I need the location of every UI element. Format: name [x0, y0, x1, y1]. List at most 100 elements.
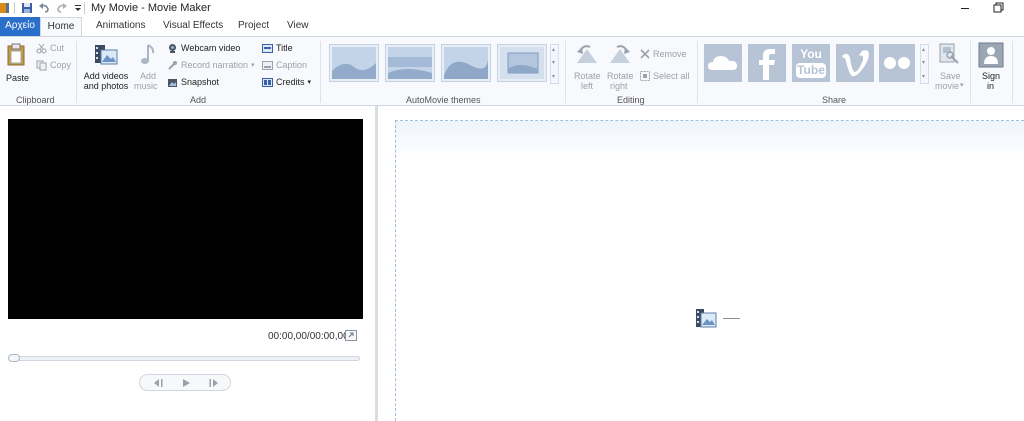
- vimeo-share-button[interactable]: [836, 44, 874, 82]
- group-separator: [1012, 41, 1013, 103]
- tab-home[interactable]: Home: [40, 17, 82, 37]
- paste-icon: [7, 43, 25, 66]
- share-scroll[interactable]: ▴ ▾ ▾: [920, 44, 929, 84]
- theme-thumbnail[interactable]: [497, 44, 547, 82]
- clipboard-group-label: Clipboard: [16, 95, 55, 105]
- select-all-label: Select all: [653, 71, 690, 81]
- cut-button[interactable]: Cut: [36, 41, 64, 55]
- onedrive-icon: [708, 56, 737, 70]
- scroll-down-icon[interactable]: ▾: [922, 59, 925, 66]
- copy-button[interactable]: Copy: [36, 58, 71, 72]
- caption-icon: [262, 60, 273, 70]
- scroll-down-icon[interactable]: ▾: [552, 59, 555, 66]
- rotate-right-icon: [610, 45, 630, 63]
- sign-in-label-line1: Sign: [982, 71, 1001, 81]
- seek-bar[interactable]: [8, 356, 360, 361]
- previous-frame-icon: [154, 379, 163, 387]
- minimize-icon[interactable]: [955, 0, 975, 16]
- undo-icon[interactable]: [38, 2, 50, 14]
- rotate-right-button[interactable]: Rotate right: [605, 41, 635, 91]
- tab-animations[interactable]: Animations: [96, 17, 145, 36]
- pane-splitter[interactable]: [375, 106, 378, 421]
- rotate-left-label-line1: Rotate: [574, 71, 601, 81]
- theme-thumbnail[interactable]: [385, 44, 435, 82]
- add-music-label-line2: music: [134, 81, 158, 91]
- time-readout: 00:00,00/00:00,00: [268, 331, 349, 342]
- themes-scroll[interactable]: ▴ ▾ ▾: [550, 44, 559, 84]
- tab-file[interactable]: Αρχείο: [0, 17, 40, 36]
- rotate-right-label-line2: right: [610, 81, 628, 91]
- user-account-icon: [978, 42, 1004, 68]
- webcam-video-button[interactable]: Webcam video: [167, 41, 240, 55]
- playback-controls: [139, 374, 231, 391]
- scroll-up-icon[interactable]: ▴: [922, 46, 925, 53]
- microphone-icon: [168, 60, 177, 70]
- record-narration-dropdown-icon: ▾: [251, 62, 255, 69]
- remove-x-icon: [640, 49, 650, 59]
- facebook-share-button[interactable]: [748, 44, 786, 82]
- fullscreen-preview-icon[interactable]: [345, 330, 357, 341]
- theme-contemporary-icon: [388, 47, 432, 79]
- redo-icon[interactable]: [56, 2, 68, 14]
- snapshot-button[interactable]: Snapshot: [167, 75, 219, 89]
- rotate-left-button[interactable]: Rotate left: [572, 41, 602, 91]
- select-all-button[interactable]: Select all: [640, 69, 690, 83]
- add-group-label: Add: [190, 95, 207, 105]
- theme-default-icon: [332, 47, 376, 79]
- tab-project[interactable]: Project: [238, 17, 269, 36]
- seek-thumb[interactable]: [8, 354, 20, 362]
- select-all-icon: [640, 71, 650, 81]
- copy-label: Copy: [50, 60, 72, 70]
- youtube-share-button[interactable]: You Tube: [792, 44, 830, 82]
- rotate-left-label-line2: left: [581, 81, 594, 91]
- facebook-icon: [759, 49, 775, 80]
- tab-view[interactable]: View: [287, 17, 309, 36]
- theme-cinematic-icon: [444, 47, 488, 79]
- film-photo-icon: [95, 45, 118, 65]
- music-note-icon: [141, 44, 155, 64]
- save-movie-label-line1: Save: [940, 71, 961, 81]
- caption-label: Caption: [276, 60, 308, 70]
- group-separator: [565, 41, 566, 103]
- scroll-up-icon[interactable]: ▴: [552, 46, 555, 53]
- sign-in-button[interactable]: Sign in: [976, 41, 1006, 91]
- cut-label: Cut: [50, 43, 65, 53]
- restore-icon[interactable]: [988, 0, 1008, 16]
- save-icon[interactable]: [21, 2, 33, 14]
- video-preview[interactable]: [8, 119, 363, 319]
- more-themes-icon[interactable]: ▾: [552, 73, 555, 80]
- more-share-icon[interactable]: ▾: [922, 73, 925, 80]
- storyboard-area[interactable]: [395, 120, 1024, 421]
- onedrive-share-button[interactable]: [704, 44, 742, 82]
- save-movie-dropdown-icon: ▾: [960, 82, 964, 89]
- flickr-share-button[interactable]: [879, 44, 915, 82]
- previous-frame-button[interactable]: [146, 377, 170, 389]
- next-frame-button[interactable]: [202, 377, 226, 389]
- customize-quick-access-icon[interactable]: [72, 2, 84, 14]
- credits-button[interactable]: Credits ▾: [262, 75, 311, 89]
- sign-in-label-line2: in: [987, 81, 995, 91]
- tab-visual-effects[interactable]: Visual Effects: [163, 17, 223, 36]
- snapshot-label: Snapshot: [181, 77, 220, 87]
- group-separator: [320, 41, 321, 103]
- save-movie-button[interactable]: Save movie ▾: [933, 41, 965, 91]
- theme-thumbnail[interactable]: [329, 44, 379, 82]
- group-separator: [697, 41, 698, 103]
- remove-label: Remove: [653, 49, 687, 59]
- copy-icon: [36, 60, 47, 70]
- youtube-label-line1: You: [800, 47, 822, 61]
- title-button[interactable]: Title: [262, 41, 293, 55]
- add-music-button[interactable]: Add music: [134, 41, 160, 91]
- add-videos-button[interactable]: Add videos and photos: [81, 41, 131, 91]
- save-movie-icon: [939, 43, 959, 64]
- caption-button[interactable]: Caption: [262, 58, 307, 72]
- theme-thumbnail[interactable]: [441, 44, 491, 82]
- paste-label: Paste: [6, 73, 30, 83]
- remove-button[interactable]: Remove: [640, 47, 687, 61]
- add-videos-label-line1: Add videos: [83, 71, 129, 81]
- title-icon: [262, 43, 273, 53]
- paste-button[interactable]: Paste: [4, 41, 30, 83]
- add-media-placeholder-icon[interactable]: [695, 307, 717, 329]
- play-button[interactable]: [174, 377, 198, 389]
- record-narration-button[interactable]: Record narration ▾: [167, 58, 255, 72]
